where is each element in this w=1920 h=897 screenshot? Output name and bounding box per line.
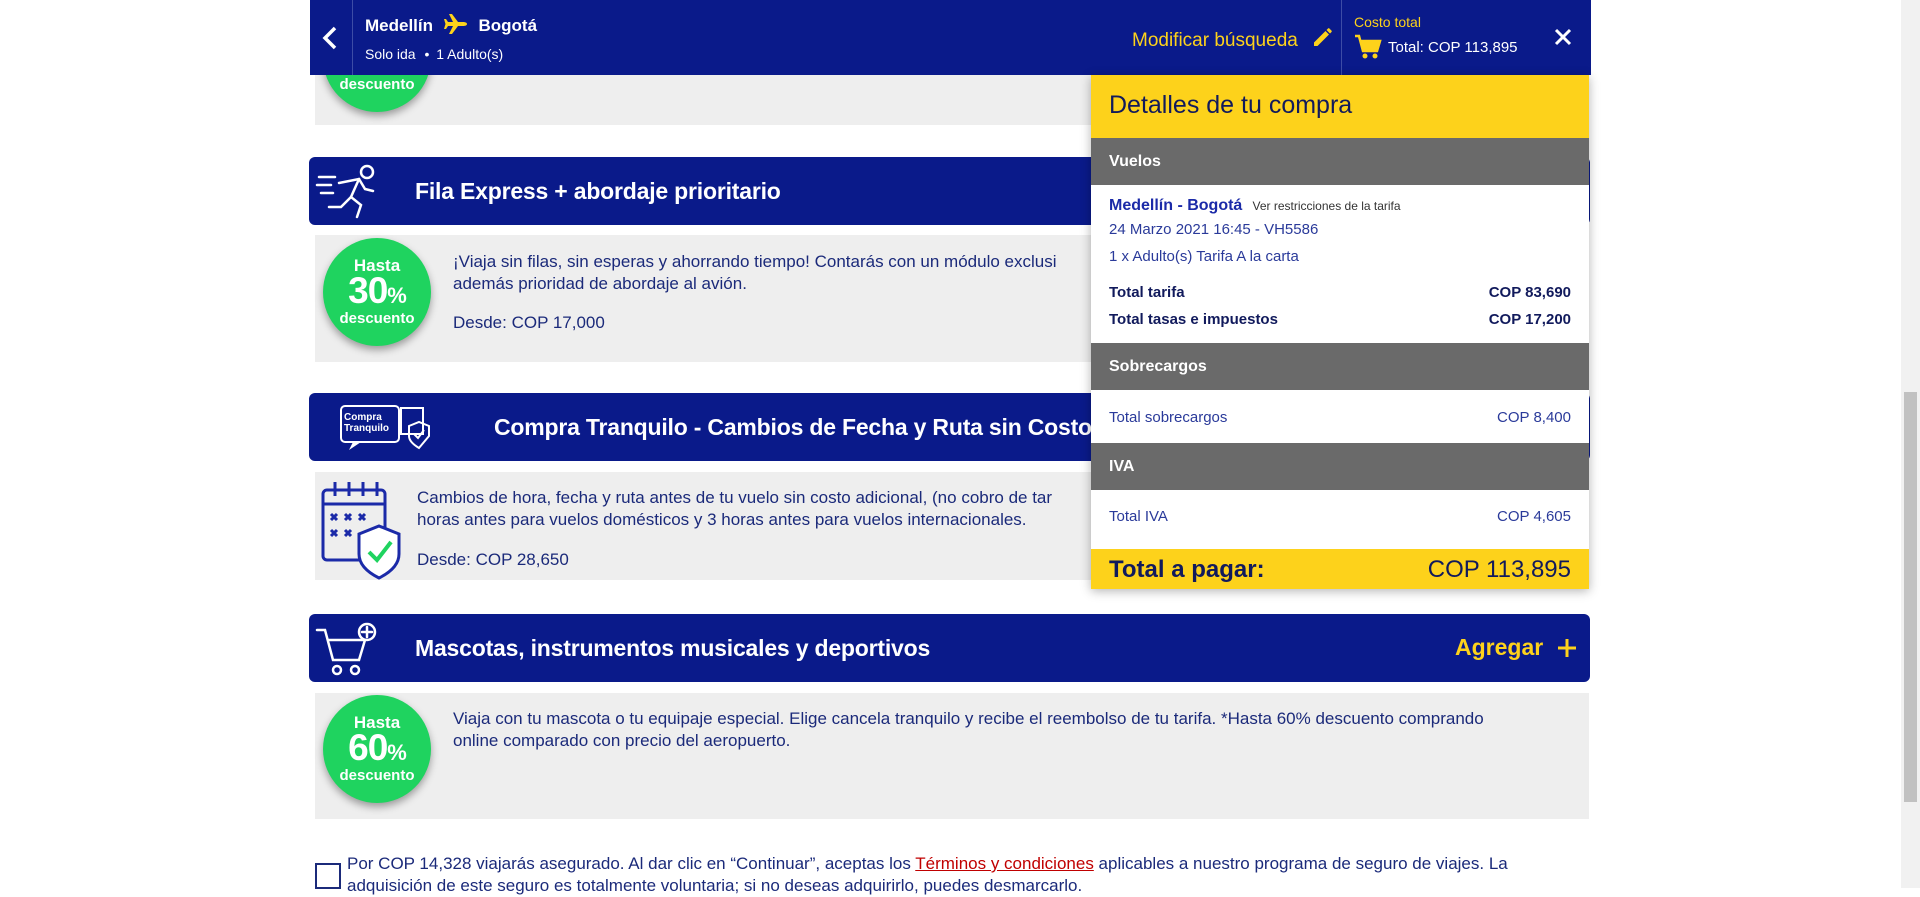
origin-city: Medellín (365, 16, 434, 35)
total-to-pay-bar: Total a pagar: COP 113,895 (1091, 549, 1589, 589)
cart-add-icon (315, 622, 377, 676)
total-cost-box[interactable]: Costo total Total: COP 113,895 (1341, 0, 1592, 75)
trip-summary: Solo ida • 1 Adulto(s) (365, 46, 503, 62)
badge-number: 30 (348, 270, 388, 311)
surcharges-value: COP 8,400 (1497, 409, 1571, 426)
service-description: Cambios de hora, fecha y ruta antes de t… (417, 487, 1093, 531)
service-title: Mascotas, instrumentos musicales y depor… (415, 635, 931, 661)
modify-search-button[interactable]: Modificar búsqueda (1132, 25, 1335, 52)
discount-badge: Hasta 30% descuento (323, 238, 431, 346)
calendar-shield-icon (321, 482, 401, 580)
badge-bottom-text: descuento (339, 310, 415, 327)
airplane-icon (443, 14, 467, 34)
badge-percent: 60% (323, 727, 431, 769)
pencil-icon (1314, 28, 1332, 46)
insurance-checkbox[interactable] (315, 863, 341, 889)
fare-info: 1 x Adulto(s) Tarifa A la carta (1109, 248, 1299, 265)
surcharges-row: Total sobrecargos COP 8,400 (1109, 409, 1571, 426)
iva-section-header: IVA (1091, 443, 1589, 490)
cart-icon (1355, 34, 1382, 59)
compra-tranquilo-icon: Compra Tranquilo (339, 402, 431, 452)
destination-city: Bogotá (478, 16, 538, 35)
badge-percent: 30% (323, 270, 431, 312)
trip-type: Solo ida (365, 46, 416, 62)
surcharges-section-header: Sobrecargos (1091, 343, 1589, 390)
chevron-left-icon (322, 26, 337, 50)
insurance-line: adquisición de este seguro es totalmente… (347, 876, 1083, 895)
description-line: ¡Viaja sin filas, sin esperas y ahorrand… (453, 252, 1057, 271)
badge-unit: % (387, 740, 407, 765)
fare-restrictions-link[interactable]: Ver restricciones de la tarifa (1253, 199, 1401, 213)
section-label: Sobrecargos (1109, 358, 1207, 375)
iva-value: COP 4,605 (1497, 508, 1571, 525)
taxes-total-row: Total tasas e impuestos COP 17,200 (1109, 311, 1571, 328)
discount-badge: Hasta 60% descuento (323, 695, 431, 803)
service-description: Viaja con tu mascota o tu equipaje espec… (453, 708, 1573, 752)
description-line: Viaja con tu mascota o tu equipaje espec… (453, 709, 1484, 728)
add-button[interactable]: Agregar (1455, 634, 1576, 664)
flight-info: 24 Marzo 2021 16:45 - VH5586 (1109, 221, 1319, 238)
compra-tranquilo-icon-text: Compra Tranquilo (344, 412, 389, 434)
description-line: horas antes para vuelos domésticos y 3 h… (417, 510, 1027, 529)
badge-unit: % (387, 283, 407, 308)
panel-header: Detalles de tu compra (1091, 75, 1589, 138)
taxes-value: COP 17,200 (1488, 311, 1571, 328)
modify-search-label: Modificar búsqueda (1132, 30, 1298, 51)
total-to-pay-label: Total a pagar: (1109, 556, 1265, 583)
badge-bottom-text: descuento (339, 767, 415, 784)
purchase-details-panel: Detalles de tu compra Vuelos Medellín - … (1091, 75, 1589, 589)
insurance-line: Por COP 14,328 viajarás asegurado. Al da… (347, 853, 1587, 875)
add-label: Agregar (1455, 634, 1544, 660)
fare-total-row: Total tarifa COP 83,690 (1109, 284, 1571, 301)
taxes-label: Total tasas e impuestos (1109, 311, 1278, 328)
description-line: Cambios de hora, fecha y ruta antes de t… (417, 488, 1053, 507)
passenger-count: 1 Adulto(s) (436, 46, 504, 62)
insurance-text: Por COP 14,328 viajarás asegurado. Al da… (347, 853, 1587, 897)
bullet-separator: • (424, 46, 430, 62)
cost-label: Costo total (1354, 14, 1421, 30)
badge-bottom-text: descuento (339, 76, 415, 93)
badge-number: 60 (348, 727, 388, 768)
service-price: Desde: COP 17,000 (453, 313, 605, 332)
flight-route: Medellín - Bogotá (1109, 197, 1243, 214)
section-label: Vuelos (1109, 153, 1161, 170)
iva-label: Total IVA (1109, 508, 1168, 525)
service-title: Fila Express + abordaje prioritario (415, 178, 781, 204)
iva-row: Total IVA COP 4,605 (1109, 508, 1571, 525)
flight-route-row: Medellín - Bogotá Ver restricciones de l… (1109, 197, 1571, 215)
total-to-pay-value: COP 113,895 (1427, 556, 1571, 583)
plus-icon (1558, 639, 1576, 657)
section-label: IVA (1109, 458, 1135, 475)
scrollbar-thumb[interactable] (1904, 392, 1917, 802)
fare-label: Total tarifa (1109, 284, 1185, 301)
route-title: Medellín Bogotá (365, 13, 537, 36)
running-person-icon (315, 164, 375, 219)
service-price: Desde: COP 28,650 (417, 550, 569, 569)
description-line: online comparado con precio del aeropuer… (453, 731, 791, 750)
service-title: Compra Tranquilo - Cambios de Fecha y Ru… (494, 414, 1094, 440)
close-icon[interactable] (1554, 28, 1572, 46)
back-button[interactable] (310, 0, 353, 75)
page-scrollbar[interactable] (1901, 0, 1920, 888)
panel-title: Detalles de tu compra (1109, 91, 1353, 119)
search-summary-bar: Medellín Bogotá Solo ida • 1 Adulto(s) M… (310, 0, 1591, 75)
fare-value: COP 83,690 (1488, 284, 1571, 301)
description-line: además prioridad de abordaje al avión. (453, 274, 747, 293)
terms-link[interactable]: Términos y condiciones (915, 854, 1094, 873)
service-description: ¡Viaja sin filas, sin esperas y ahorrand… (453, 251, 1093, 295)
surcharges-label: Total sobrecargos (1109, 409, 1228, 426)
flights-section-header: Vuelos (1091, 138, 1589, 185)
insurance-text-after: aplicables a nuestro programa de seguro … (1093, 854, 1508, 873)
cost-total-value: Total: COP 113,895 (1388, 39, 1518, 56)
service-header-mascotas[interactable]: Mascotas, instrumentos musicales y depor… (309, 614, 1590, 682)
insurance-text-before: Por COP 14,328 viajarás asegurado. Al da… (347, 854, 916, 873)
